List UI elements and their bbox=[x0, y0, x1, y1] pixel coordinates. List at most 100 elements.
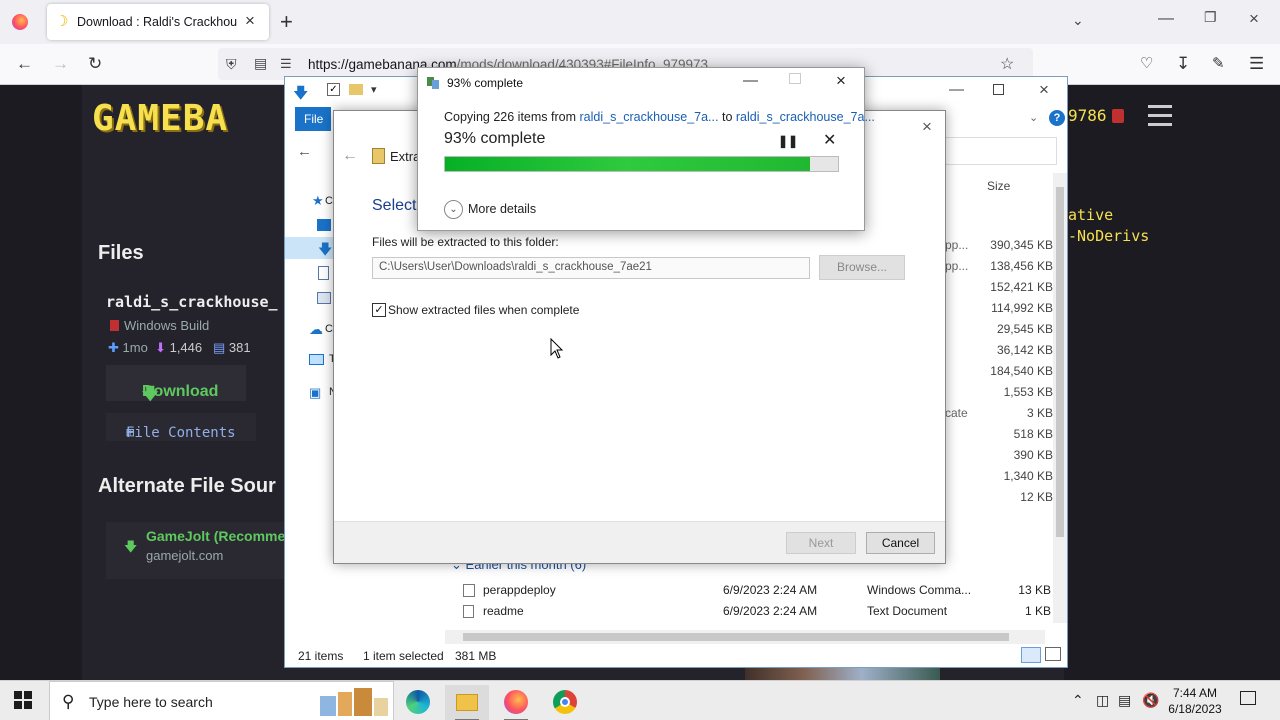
explorer-back-icon[interactable]: ← bbox=[297, 143, 312, 160]
bookmark-star-icon[interactable]: ☆ bbox=[1000, 54, 1014, 74]
file-name: raldi_s_crackhouse_ bbox=[106, 293, 278, 311]
file-type-cell: Windows Comma... bbox=[867, 583, 972, 597]
shield-icon[interactable]: ⛨ bbox=[226, 56, 237, 73]
firefox-menu-icon[interactable] bbox=[12, 14, 28, 30]
wizard-footer: Next Cancel bbox=[334, 521, 945, 563]
onedrive-label[interactable]: C bbox=[325, 323, 333, 335]
download-button[interactable]: 🡇 Download bbox=[106, 365, 246, 403]
browse-button[interactable]: Browse... bbox=[819, 255, 905, 280]
extensions-icon[interactable]: ✎ bbox=[1212, 55, 1225, 73]
pause-icon[interactable]: ❚❚ bbox=[778, 134, 798, 148]
show-files-checkbox[interactable]: ✓ bbox=[372, 303, 386, 317]
size-cell: 1,553 KB bbox=[1003, 385, 1053, 399]
volume-muted-icon[interactable]: 🔇 bbox=[1142, 692, 1159, 709]
file-size-cell: 13 KB bbox=[1018, 583, 1051, 597]
explorer-search-box[interactable] bbox=[945, 137, 1057, 165]
help-icon[interactable]: ? bbox=[1049, 110, 1065, 126]
downloads-icon[interactable]: ↧ bbox=[1176, 55, 1190, 73]
file-explorer-icon[interactable] bbox=[445, 685, 489, 720]
horizontal-scrollbar[interactable] bbox=[445, 630, 1045, 644]
zip-folder-icon bbox=[372, 148, 385, 164]
edge-icon[interactable] bbox=[396, 685, 440, 720]
downloads-folder-icon[interactable]: 🡇 bbox=[318, 239, 332, 263]
cancel-button[interactable]: Cancel bbox=[866, 532, 935, 554]
gamejolt-link[interactable]: 🡇 GameJolt (Recomme gamejolt.com bbox=[106, 522, 286, 579]
size-cell: 12 KB bbox=[1020, 490, 1053, 504]
progress-minimize-icon[interactable]: — bbox=[743, 72, 758, 89]
license-line: -NoDerivs bbox=[1068, 227, 1150, 245]
ribbon-expand-icon[interactable]: ⌄ bbox=[1029, 111, 1038, 124]
documents-icon[interactable] bbox=[318, 266, 329, 280]
progress-title: 93% complete bbox=[447, 76, 524, 90]
network-icon[interactable]: ▣ bbox=[309, 385, 321, 401]
app-menu-icon[interactable]: ☰ bbox=[1249, 55, 1264, 73]
window-restore-icon[interactable]: ❐ bbox=[1204, 9, 1217, 26]
quick-access-label[interactable]: C bbox=[325, 195, 333, 207]
file-age: 1mo bbox=[122, 340, 148, 355]
properties-icon[interactable]: ✓ bbox=[327, 83, 340, 96]
tab-close-icon[interactable]: × bbox=[245, 12, 255, 30]
pocket-icon[interactable]: ♡ bbox=[1140, 55, 1153, 73]
this-pc-icon[interactable] bbox=[309, 354, 324, 365]
taskbar-clock[interactable]: 7:44 AM 6/18/2023 bbox=[1164, 685, 1226, 717]
vertical-scrollbar[interactable] bbox=[1053, 173, 1067, 623]
file-contents-button[interactable]: ⊞ File Contents bbox=[106, 413, 256, 441]
list-tabs-chevron-icon[interactable]: ⌄ bbox=[1072, 12, 1084, 29]
site-logo[interactable]: GAMEBA bbox=[92, 98, 228, 139]
more-details-toggle[interactable]: More details bbox=[468, 202, 536, 216]
desktop-icon[interactable] bbox=[317, 219, 331, 231]
search-icon: ⚲ bbox=[62, 692, 75, 711]
windows-start-icon[interactable] bbox=[14, 691, 32, 709]
scroll-thumb[interactable] bbox=[463, 633, 1009, 641]
wizard-back-icon[interactable]: ← bbox=[342, 147, 358, 165]
pictures-icon[interactable] bbox=[317, 292, 331, 304]
battery-icon[interactable]: ◫ bbox=[1096, 692, 1109, 709]
qat-dropdown-icon[interactable]: ▾ bbox=[371, 83, 377, 96]
forward-arrow-icon[interactable]: → bbox=[52, 55, 69, 73]
download-arrow-icon: 🡇 bbox=[124, 539, 138, 554]
copy-prefix: Copying 226 items from bbox=[444, 110, 577, 124]
site-menu-icon[interactable] bbox=[1148, 105, 1172, 127]
destination-path-input[interactable]: C:\Users\User\Downloads\raldi_s_crackhou… bbox=[372, 257, 810, 279]
details-view-icon[interactable] bbox=[1021, 647, 1041, 663]
window-minimize-icon[interactable]: — bbox=[1158, 10, 1174, 28]
scroll-thumb[interactable] bbox=[1056, 187, 1064, 537]
browser-tab-active[interactable]: ☽ Download : Raldi's Crackhouse × bbox=[47, 4, 269, 40]
large-icons-view-icon[interactable] bbox=[1045, 647, 1061, 661]
column-header-size[interactable]: Size bbox=[987, 179, 1010, 193]
chrome-icon[interactable] bbox=[543, 685, 587, 720]
explorer-close-icon[interactable]: × bbox=[1039, 80, 1049, 100]
table-row[interactable]: readme 6/9/2023 2:24 AM Text Document 1 … bbox=[461, 604, 1051, 622]
onedrive-cloud-icon[interactable]: ☁ bbox=[309, 321, 323, 338]
network-tray-icon[interactable]: ▤ bbox=[1118, 692, 1131, 709]
wizard-close-icon[interactable]: × bbox=[922, 117, 932, 137]
back-arrow-icon[interactable]: ← bbox=[16, 55, 33, 73]
taskbar-search-box[interactable]: ⚲ Type here to search bbox=[49, 681, 394, 720]
lock-icon[interactable]: ▤ bbox=[254, 55, 267, 72]
progress-close-icon[interactable]: × bbox=[836, 71, 846, 91]
explorer-maximize-icon[interactable] bbox=[993, 84, 1004, 95]
new-tab-icon[interactable]: + bbox=[280, 10, 293, 34]
file-ribbon-tab[interactable]: File bbox=[295, 107, 331, 131]
table-row[interactable]: perappdeploy 6/9/2023 2:24 AM Windows Co… bbox=[461, 583, 1051, 601]
explorer-minimize-icon[interactable]: — bbox=[949, 81, 964, 98]
source-link[interactable]: raldi_s_crackhouse_7a... bbox=[580, 110, 719, 124]
more-details-chevron-icon[interactable]: ⌄ bbox=[444, 200, 463, 219]
permissions-icon[interactable]: ☰ bbox=[280, 56, 292, 72]
firefox-icon[interactable] bbox=[494, 685, 538, 720]
destination-link[interactable]: raldi_s_crackhouse_7a... bbox=[736, 110, 875, 124]
windows-build-icon bbox=[110, 320, 119, 331]
quick-access-download-icon[interactable]: 🡇 bbox=[293, 83, 308, 108]
window-close-icon[interactable]: × bbox=[1249, 9, 1259, 29]
show-files-label[interactable]: Show extracted files when complete bbox=[388, 303, 579, 317]
quick-access-star-icon[interactable]: ★ bbox=[312, 193, 324, 209]
new-folder-icon[interactable] bbox=[349, 84, 363, 95]
tray-chevron-icon[interactable]: ⌃ bbox=[1072, 692, 1084, 709]
size-cell: 518 KB bbox=[1013, 427, 1053, 441]
user-points[interactable]: 9786 bbox=[1068, 106, 1107, 125]
stop-icon[interactable]: ✕ bbox=[823, 130, 836, 150]
copy-description: Copying 226 items from raldi_s_crackhous… bbox=[444, 110, 875, 124]
reload-icon[interactable]: ↻ bbox=[88, 55, 102, 73]
notifications-icon[interactable] bbox=[1240, 691, 1256, 705]
next-button[interactable]: Next bbox=[786, 532, 856, 554]
